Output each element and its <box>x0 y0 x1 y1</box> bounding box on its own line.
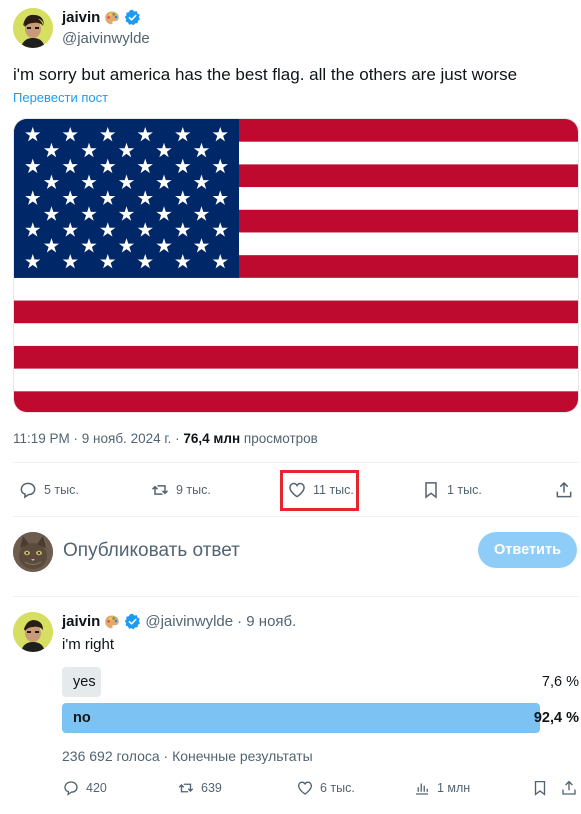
share-action[interactable] <box>560 779 578 797</box>
heart-icon <box>289 482 305 498</box>
heart-icon <box>297 781 313 795</box>
share-action[interactable] <box>554 480 574 500</box>
share-icon <box>562 780 576 795</box>
repost-action[interactable]: 9 тыс. <box>150 480 211 500</box>
divider <box>13 516 579 517</box>
post-image-us-flag[interactable] <box>13 118 579 413</box>
author-avatar[interactable] <box>13 8 53 48</box>
flag-stripe-red <box>14 391 578 412</box>
like-action[interactable]: 11 тыс. <box>287 480 354 500</box>
palette-emoji-icon <box>104 614 120 630</box>
reply-count: 420 <box>86 781 107 795</box>
bookmark-action[interactable]: 1 тыс. <box>421 480 482 500</box>
reply-icon <box>20 482 36 499</box>
repost-action[interactable]: 639 <box>177 779 222 797</box>
poll-summary: 236 692 голоса · Конечные результаты <box>62 748 313 764</box>
poll: yes 7,6 % no 92,4 % <box>62 667 579 739</box>
flag-stripe-red <box>14 345 578 369</box>
current-user-avatar[interactable] <box>13 532 53 572</box>
poll-option: no 92,4 % <box>62 703 579 733</box>
verified-badge-icon <box>124 9 141 26</box>
verified-badge-icon <box>124 613 141 630</box>
poll-bar <box>62 703 540 733</box>
reply-submit-button[interactable]: Ответить <box>478 532 577 568</box>
author-handle[interactable]: @jaivinwylde <box>62 30 150 47</box>
post-text: i'm sorry but america has the best flag.… <box>13 65 518 84</box>
reply-action[interactable]: 5 тыс. <box>18 480 79 500</box>
meta-separator: · <box>69 431 82 446</box>
views-label: просмотров <box>243 431 318 446</box>
divider <box>13 596 579 597</box>
reply-count: 5 тыс. <box>44 483 79 497</box>
post-time[interactable]: 11:19 PM <box>13 431 70 446</box>
flag-stripe-red <box>14 300 578 324</box>
post-date[interactable]: 9 нояб. 2024 г. <box>82 431 172 446</box>
repost-icon <box>178 783 194 793</box>
reply-author-handle[interactable]: @jaivinwylde <box>145 613 233 630</box>
views-count: 1 млн <box>437 781 471 795</box>
poll-option-percent: 92,4 % <box>533 710 579 726</box>
poll-option: yes 7,6 % <box>62 667 579 697</box>
author-name[interactable]: jaivin <box>62 9 100 26</box>
like-action[interactable]: 6 тыс. <box>296 779 355 797</box>
like-count: 11 тыс. <box>313 483 354 497</box>
post-meta: 11:19 PM · 9 нояб. 2024 г. · 76,4 млн пр… <box>13 431 318 446</box>
bookmark-count: 1 тыс. <box>447 483 482 497</box>
palette-emoji-icon <box>104 10 120 26</box>
poll-option-label: no <box>73 710 91 726</box>
bookmark-icon <box>425 482 437 499</box>
reply-date[interactable]: · 9 нояб. <box>237 613 296 630</box>
reply-icon <box>64 781 78 796</box>
reply-author-avatar[interactable] <box>13 612 53 652</box>
analytics-icon <box>416 783 428 795</box>
repost-count: 639 <box>201 781 222 795</box>
translate-post-link[interactable]: Перевести пост <box>13 90 108 105</box>
bookmark-action[interactable] <box>531 779 549 797</box>
meta-separator: · <box>171 431 184 446</box>
reply-author-name[interactable]: jaivin <box>62 613 100 630</box>
like-count: 6 тыс. <box>320 781 355 795</box>
repost-icon <box>151 485 169 495</box>
reply-action[interactable]: 420 <box>62 779 107 797</box>
reply-input[interactable]: Опубликовать ответ <box>63 540 240 562</box>
share-icon <box>556 481 572 498</box>
us-flag-image <box>14 119 578 412</box>
poll-option-percent: 7,6 % <box>541 674 579 690</box>
view-count: 76,4 млн <box>183 431 241 446</box>
repost-count: 9 тыс. <box>176 483 211 497</box>
bookmark-icon <box>534 780 546 796</box>
divider <box>13 462 579 463</box>
views-action[interactable]: 1 млн <box>413 779 470 797</box>
reply-text: i'm right <box>62 636 115 653</box>
poll-option-label: yes <box>73 674 96 690</box>
